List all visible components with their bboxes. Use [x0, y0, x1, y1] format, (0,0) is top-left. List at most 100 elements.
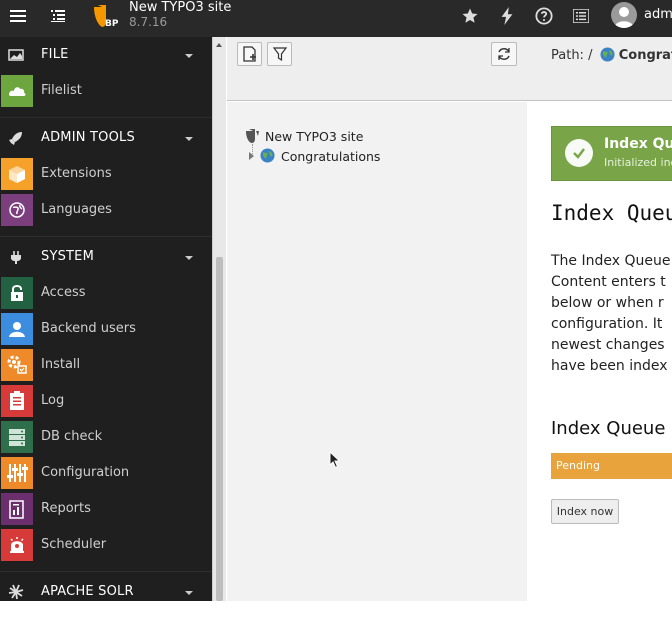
module-db-check[interactable]: DB check	[0, 419, 212, 455]
star-icon	[462, 8, 478, 23]
typo3-root-icon[interactable]	[244, 128, 260, 144]
globe-icon[interactable]	[260, 148, 275, 163]
site-title[interactable]: New TYPO3 site	[129, 0, 231, 15]
module-extensions[interactable]: Extensions	[0, 156, 212, 192]
paragraph-line: The Index Queue	[551, 253, 671, 269]
solr-icon	[8, 584, 24, 600]
caret-down-icon	[185, 591, 193, 595]
breadcrumb: Path: / Congratulations	[551, 47, 672, 63]
caret-down-icon	[185, 54, 193, 58]
extensions-icon	[1, 158, 33, 190]
caret-down-icon	[185, 137, 193, 141]
module-access[interactable]: Access	[0, 275, 212, 311]
section-apache-solr[interactable]: APACHE SOLR	[0, 574, 212, 601]
module-scheduler[interactable]: Scheduler	[0, 527, 212, 563]
rocket-icon	[9, 132, 22, 145]
tree-root-label[interactable]: New TYPO3 site	[265, 129, 363, 144]
lock-icon	[1, 277, 33, 309]
globe-icon	[600, 47, 615, 62]
logo-text: BP	[105, 19, 118, 29]
module-menu: FILE Filelist ADMIN TOOLS Extensions Lan…	[0, 37, 212, 601]
bookmarks-button[interactable]	[459, 6, 481, 26]
scrollbar-thumb[interactable]	[216, 257, 223, 601]
filter-button[interactable]	[267, 42, 292, 66]
flash-message-success: Index Queue Initialized indexing	[551, 126, 672, 181]
module-configuration[interactable]: Configuration	[0, 455, 212, 491]
flash-title: Index Queue	[604, 136, 672, 152]
module-reports[interactable]: Reports	[0, 491, 212, 527]
caret-down-icon	[185, 256, 193, 260]
new-page-icon	[242, 46, 256, 62]
user-avatar-icon	[614, 7, 634, 28]
clear-cache-button[interactable]	[496, 6, 518, 26]
expand-arrow-icon[interactable]	[249, 152, 254, 160]
log-icon	[1, 385, 33, 417]
status-bar-pending: Pending	[551, 453, 672, 479]
module-label: DB check	[41, 429, 103, 444]
module-label: Log	[41, 393, 65, 408]
paragraph-line: configuration. It	[551, 316, 663, 332]
help-icon	[535, 7, 553, 25]
separator	[0, 563, 212, 572]
scroll-up-arrow-icon[interactable]	[216, 43, 222, 47]
languages-icon	[1, 194, 33, 226]
page-heading: Index Queue	[551, 201, 672, 225]
db-icon	[1, 421, 33, 453]
refresh-button[interactable]	[491, 42, 517, 66]
section-system[interactable]: SYSTEM	[0, 239, 212, 275]
top-bar: BP New TYPO3 site 8.7.16 adm	[0, 0, 672, 37]
section-file[interactable]: FILE	[0, 37, 212, 73]
module-install[interactable]: Install	[0, 347, 212, 383]
module-backend-users[interactable]: Backend users	[0, 311, 212, 347]
section-label: APACHE SOLR	[41, 584, 134, 599]
separator	[0, 109, 212, 118]
separator	[0, 228, 212, 237]
module-log[interactable]: Log	[0, 383, 212, 419]
module-label: Install	[41, 357, 81, 372]
user-avatar[interactable]	[611, 2, 637, 28]
docheader: Path: / Congratulations	[227, 37, 672, 101]
menu-toggle-button[interactable]	[0, 0, 35, 32]
paragraph-line: Content enters t	[551, 274, 666, 290]
install-icon	[1, 349, 33, 381]
typo3-logo[interactable]: BP	[92, 3, 119, 29]
breadcrumb-label: Path: /	[551, 48, 593, 63]
section-heading: Index Queue	[551, 418, 666, 439]
page-bottom	[0, 601, 672, 642]
flash-message: Initialized indexing	[604, 156, 672, 169]
module-label: Configuration	[41, 465, 130, 480]
plug-icon	[11, 251, 21, 264]
paragraph-line: have been index	[551, 358, 668, 374]
index-now-button[interactable]: Index now	[551, 499, 619, 524]
description-paragraph: The Index Queue Content enters t below o…	[551, 251, 672, 377]
refresh-icon	[498, 48, 510, 60]
typo3-logo-icon: BP	[94, 5, 119, 29]
lightning-icon	[501, 7, 513, 25]
module-label: Filelist	[41, 83, 82, 98]
module-label: Backend users	[41, 321, 136, 336]
new-page-button[interactable]	[237, 42, 262, 66]
module-label: Access	[41, 285, 86, 300]
module-label: Extensions	[41, 166, 112, 181]
help-button[interactable]	[533, 6, 555, 26]
section-admin-tools[interactable]: ADMIN TOOLS	[0, 120, 212, 156]
filelist-icon	[1, 75, 33, 107]
hamburger-icon	[9, 10, 26, 22]
site-version: 8.7.16	[129, 15, 168, 29]
sidebar-scrollbar[interactable]	[212, 37, 226, 601]
content-area: Index Queue Initialized indexing Index Q…	[527, 102, 672, 601]
list-info-icon	[573, 9, 589, 23]
section-label: FILE	[41, 47, 69, 62]
list-icon	[50, 10, 65, 22]
filter-icon	[272, 47, 287, 61]
username[interactable]: admin	[644, 7, 672, 22]
tree-item-label[interactable]: Congratulations	[281, 149, 380, 164]
module-languages[interactable]: Languages	[0, 192, 212, 228]
typo3-backend: BP New TYPO3 site 8.7.16 adm FILE Fileli…	[0, 0, 672, 642]
pagetree-toggle-button[interactable]	[40, 0, 75, 32]
page-tree: New TYPO3 site Congratulations	[227, 102, 527, 601]
module-filelist[interactable]: Filelist	[0, 73, 212, 109]
system-information-button[interactable]	[570, 6, 592, 26]
module-label: Reports	[41, 501, 91, 516]
breadcrumb-page[interactable]: Congratulations	[619, 48, 672, 63]
